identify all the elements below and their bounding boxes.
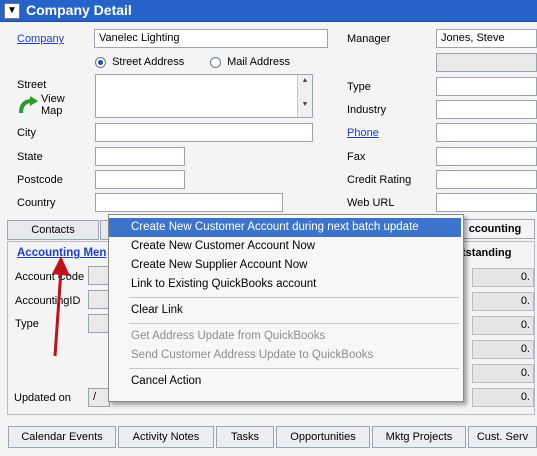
- industry-label: Industry: [347, 104, 387, 116]
- accounting-type-label: Type: [15, 318, 39, 330]
- city-field[interactable]: [95, 123, 313, 142]
- country-field[interactable]: [95, 193, 283, 212]
- radio-unselected-icon: [210, 56, 221, 68]
- company-link[interactable]: Company: [17, 33, 64, 45]
- view-map-arrow-icon: [19, 96, 38, 114]
- menu-item-clear-link[interactable]: Clear Link: [109, 301, 461, 320]
- street-address-radio[interactable]: Street Address: [95, 56, 184, 68]
- menu-item-create-customer-batch[interactable]: Create New Customer Account during next …: [109, 218, 461, 237]
- menu-separator: [129, 297, 459, 298]
- outstanding-value-4: 0.: [472, 340, 534, 359]
- outstanding-value-3: 0.: [472, 316, 534, 335]
- tab-activity-notes[interactable]: Activity Notes: [118, 426, 214, 448]
- street-textarea[interactable]: ▲ ▼: [95, 74, 313, 118]
- street-scrollbar[interactable]: ▲ ▼: [297, 75, 312, 117]
- manager-extra-field: [436, 53, 537, 72]
- city-label: City: [17, 127, 36, 139]
- window-title: Company Detail: [26, 2, 132, 18]
- menu-item-send-address-update: Send Customer Address Update to QuickBoo…: [131, 349, 374, 361]
- window-title-bar: ▼ Company Detail: [0, 0, 537, 22]
- view-map-button[interactable]: View Map: [17, 93, 77, 119]
- manager-label: Manager: [347, 33, 391, 45]
- fax-field[interactable]: [436, 147, 537, 166]
- view-map-label: View Map: [41, 93, 65, 117]
- accounting-type-field: [88, 314, 110, 333]
- outstanding-value-6: 0.: [472, 388, 534, 407]
- credit-rating-label: Credit Rating: [347, 174, 412, 186]
- phone-field[interactable]: [436, 123, 537, 142]
- postcode-label: Postcode: [17, 174, 63, 186]
- phone-link[interactable]: Phone: [347, 127, 379, 139]
- menu-item-get-address-update: Get Address Update from QuickBooks: [131, 330, 326, 342]
- tab-tasks[interactable]: Tasks: [216, 426, 274, 448]
- type-field[interactable]: [436, 77, 537, 96]
- credit-rating-field[interactable]: [436, 170, 537, 189]
- outstanding-value-5: 0.: [472, 364, 534, 383]
- tab-cust-serv[interactable]: Cust. Serv: [468, 426, 537, 448]
- account-code-field: [88, 266, 110, 285]
- industry-field[interactable]: [436, 100, 537, 119]
- state-label: State: [17, 151, 43, 163]
- company-name-field[interactable]: Vanelec Lighting: [94, 29, 328, 48]
- postcode-field[interactable]: [95, 170, 185, 189]
- country-label: Country: [17, 197, 56, 209]
- menu-separator: [129, 368, 459, 369]
- radio-selected-icon: [95, 56, 106, 68]
- collapse-icon[interactable]: ▼: [4, 3, 20, 19]
- menu-item-cancel-action[interactable]: Cancel Action: [109, 372, 461, 391]
- tab-contacts[interactable]: Contacts: [7, 220, 99, 240]
- accounting-id-field: [88, 290, 110, 309]
- updated-on-label: Updated on: [14, 392, 71, 404]
- web-url-field[interactable]: [436, 193, 537, 212]
- red-arrow-annotation: [52, 256, 70, 357]
- tab-accounting[interactable]: ccounting: [455, 219, 535, 239]
- web-url-label: Web URL: [347, 197, 395, 209]
- mail-address-radio[interactable]: Mail Address: [210, 56, 290, 68]
- state-field[interactable]: [95, 147, 185, 166]
- context-menu: Create New Customer Account during next …: [108, 214, 464, 402]
- type-label: Type: [347, 81, 371, 93]
- updated-on-field: /: [88, 388, 110, 407]
- outstanding-value-1: 0.: [472, 268, 534, 287]
- street-label: Street: [17, 79, 47, 91]
- fax-label: Fax: [347, 151, 366, 163]
- outstanding-value-2: 0.: [472, 292, 534, 311]
- menu-item-link-existing[interactable]: Link to Existing QuickBooks account: [109, 275, 461, 294]
- menu-separator: [129, 323, 459, 324]
- tab-calendar-events[interactable]: Calendar Events: [8, 426, 116, 448]
- outstanding-header: tstanding: [462, 247, 512, 259]
- tab-opportunities[interactable]: Opportunities: [276, 426, 370, 448]
- manager-field[interactable]: Jones, Steve: [436, 29, 537, 48]
- tab-mktg-projects[interactable]: Mktg Projects: [372, 426, 466, 448]
- menu-item-create-supplier-now[interactable]: Create New Supplier Account Now: [109, 256, 461, 275]
- menu-item-create-customer-now[interactable]: Create New Customer Account Now: [109, 237, 461, 256]
